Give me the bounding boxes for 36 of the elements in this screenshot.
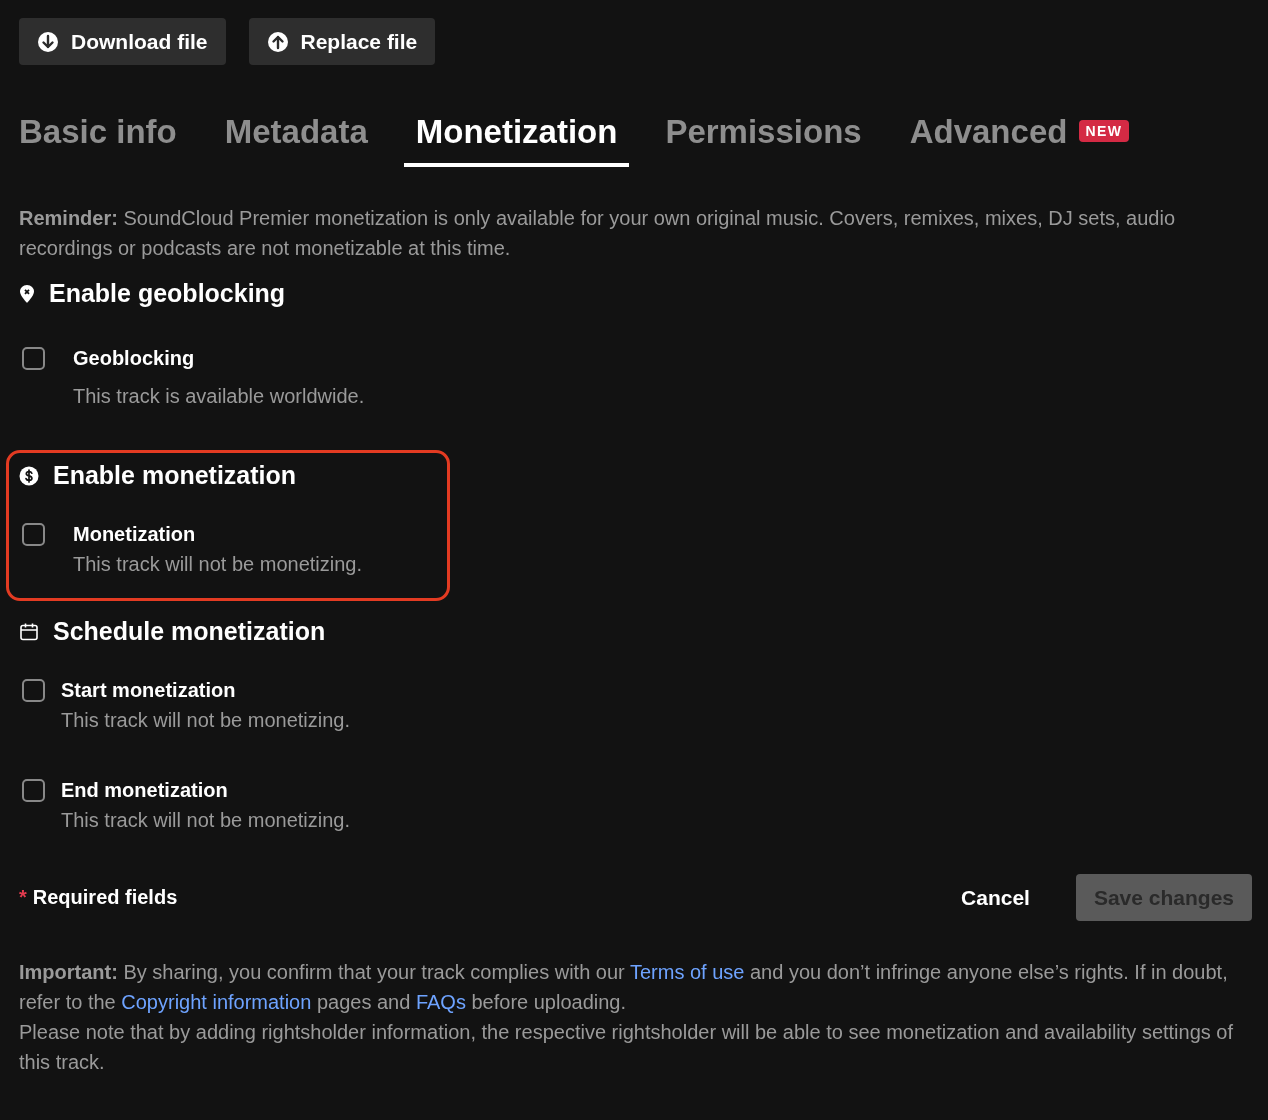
link[interactable]: Copyright information bbox=[121, 991, 312, 1013]
tab[interactable]: Permissions bbox=[653, 113, 874, 167]
link[interactable]: Terms of use bbox=[629, 961, 745, 983]
tab[interactable]: Advanced NEW bbox=[897, 113, 1141, 167]
section-title: Enable geoblocking bbox=[49, 279, 286, 308]
notice-paragraph: Please note that by adding rightsholder information, the respective rightsholder will be able to see monetization and availability settings of this track. bbox=[19, 1020, 1235, 1075]
tab[interactable]: Metadata bbox=[212, 113, 380, 167]
option-description: This track will not be monetizing. bbox=[61, 708, 350, 733]
option-description: This track will not be monetizing. bbox=[73, 552, 362, 577]
reminder-text: Reminder: SoundCloud Premier monetization is only available for your own original music. Covers, remixes, mixes, DJ sets, audio recordings or podcasts are not monetizable at this time. bbox=[19, 206, 1176, 261]
link[interactable]: FAQs bbox=[415, 991, 466, 1013]
section-title: Schedule monetization bbox=[53, 617, 326, 646]
replace-button[interactable]: Replace file bbox=[248, 18, 436, 65]
cancel-button[interactable]: Cancel bbox=[955, 884, 1036, 911]
download-button[interactable]: Download file bbox=[19, 18, 226, 65]
option-description: This track is available worldwide. bbox=[73, 384, 365, 409]
tab[interactable]: Monetization bbox=[403, 113, 630, 167]
option-label: Start monetization bbox=[61, 678, 237, 703]
notice-paragraph: Important: By sharing, you confirm that your track complies with our Terms of use and you don’t infringe anyone else’s rights. If in doubt, refer to the Copyright information pages and FAQs before uploading. bbox=[19, 960, 1229, 1015]
option-description: This track will not be monetizing. bbox=[61, 808, 350, 833]
download-icon bbox=[37, 30, 59, 53]
upload-icon bbox=[266, 30, 289, 53]
option-label: End monetization bbox=[61, 778, 229, 803]
checkbox[interactable] bbox=[22, 347, 45, 370]
option-label: Geoblocking bbox=[73, 346, 196, 371]
checkbox[interactable] bbox=[22, 523, 45, 546]
calendar-icon bbox=[19, 621, 39, 642]
section-title: Enable monetization bbox=[53, 461, 297, 490]
option-label: Monetization bbox=[73, 522, 197, 547]
dollar-icon bbox=[19, 465, 39, 486]
location-pin-icon bbox=[19, 283, 35, 304]
required-fields-note: * Required fields bbox=[19, 886, 179, 909]
checkbox[interactable] bbox=[22, 779, 45, 802]
checkbox[interactable] bbox=[22, 679, 45, 702]
tab[interactable]: Basic info bbox=[7, 113, 189, 167]
new-badge: NEW bbox=[1079, 120, 1129, 142]
